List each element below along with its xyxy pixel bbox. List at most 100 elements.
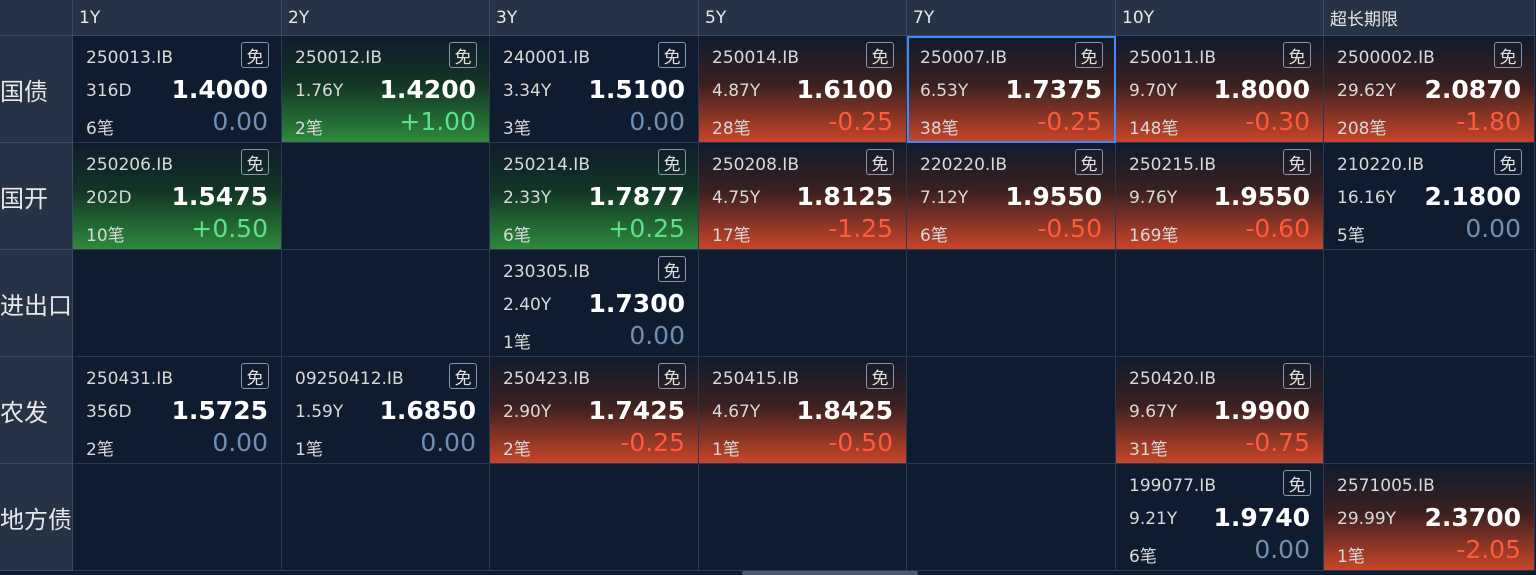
tax-exempt-badge: 免 (1283, 42, 1311, 68)
row-header[interactable]: 地方债 (0, 464, 73, 571)
yield-value: 1.9900 (1213, 396, 1310, 425)
remaining-term: 4.87Y (712, 81, 761, 101)
horizontal-scrollbar[interactable] (742, 571, 918, 575)
trade-count: 169笔 (1129, 226, 1179, 246)
yield-change: -1.80 (1456, 107, 1521, 136)
row-header-label: 进出口行 (0, 291, 72, 320)
quote-cell[interactable]: 250431.IB 免 356D 1.5725 2笔 0.00 (73, 357, 282, 464)
tax-exempt-badge: 免 (1283, 149, 1311, 175)
tax-exempt-badge: 免 (449, 42, 477, 68)
tax-exempt-badge: 免 (866, 42, 894, 68)
row-header[interactable]: 国开 (0, 143, 73, 250)
tax-exempt-badge: 免 (241, 42, 269, 68)
bond-code: 250208.IB (712, 155, 799, 175)
bond-code: 199077.IB (1129, 476, 1216, 496)
empty-quote-cell (699, 464, 907, 571)
quote-cell[interactable]: 250007.IB 免 6.53Y 1.7375 38笔 -0.25 (907, 36, 1116, 143)
yield-change: -0.25 (620, 428, 685, 457)
remaining-term: 29.99Y (1337, 509, 1397, 529)
bond-code: 250206.IB (86, 155, 173, 175)
trade-count: 10笔 (86, 226, 125, 246)
trade-count: 38笔 (920, 119, 959, 139)
yield-value: 1.7300 (588, 289, 685, 318)
yield-value: 1.7425 (588, 396, 685, 425)
yield-change: +0.25 (608, 214, 685, 243)
quote-cell[interactable]: 250208.IB 免 4.75Y 1.8125 17笔 -1.25 (699, 143, 907, 250)
trade-count: 3笔 (503, 119, 531, 139)
quote-cell[interactable]: 199077.IB 免 9.21Y 1.9740 6笔 0.00 (1116, 464, 1324, 571)
column-header[interactable]: 超长期限 (1324, 0, 1535, 36)
quote-cell[interactable]: 2500002.IB 免 29.62Y 2.0870 208笔 -1.80 (1324, 36, 1535, 143)
row-header-label: 国开 (0, 184, 48, 213)
yield-value: 1.9740 (1213, 503, 1310, 532)
quote-cell[interactable]: 250013.IB 免 316D 1.4000 6笔 0.00 (73, 36, 282, 143)
row-header[interactable]: 进出口行 (0, 250, 73, 357)
bond-code: 250007.IB (920, 48, 1007, 68)
remaining-term: 16.16Y (1337, 188, 1397, 208)
bond-code: 250011.IB (1129, 48, 1216, 68)
bond-code: 2571005.IB (1337, 476, 1435, 496)
row-header[interactable]: 农发 (0, 357, 73, 464)
column-header[interactable]: 1Y (73, 0, 282, 36)
remaining-term: 29.62Y (1337, 81, 1397, 101)
quote-cell[interactable]: 2571005.IB 29.99Y 2.3700 1笔 -2.05 (1324, 464, 1535, 571)
quote-cell[interactable]: 250014.IB 免 4.87Y 1.6100 28笔 -0.25 (699, 36, 907, 143)
yield-change: +1.00 (399, 107, 476, 136)
column-header[interactable]: 10Y (1116, 0, 1324, 36)
quote-cell[interactable]: 220220.IB 免 7.12Y 1.9550 6笔 -0.50 (907, 143, 1116, 250)
remaining-term: 2.40Y (503, 295, 552, 315)
remaining-term: 7.12Y (920, 188, 969, 208)
quote-cell[interactable]: 240001.IB 免 3.34Y 1.5100 3笔 0.00 (490, 36, 699, 143)
yield-value: 1.6100 (796, 75, 893, 104)
column-header[interactable]: 2Y (282, 0, 490, 36)
quote-cell[interactable]: 250423.IB 免 2.90Y 1.7425 2笔 -0.25 (490, 357, 699, 464)
yield-value: 1.5100 (588, 75, 685, 104)
remaining-term: 2.90Y (503, 402, 552, 422)
tax-exempt-badge: 免 (866, 149, 894, 175)
tax-exempt-badge: 免 (1283, 363, 1311, 389)
trade-count: 17笔 (712, 226, 751, 246)
quote-cell[interactable]: 250215.IB 免 9.76Y 1.9550 169笔 -0.60 (1116, 143, 1324, 250)
empty-quote-cell (490, 464, 699, 571)
empty-quote-cell (907, 464, 1116, 571)
column-header[interactable]: 3Y (490, 0, 699, 36)
bond-code: 250013.IB (86, 48, 173, 68)
bond-code: 220220.IB (920, 155, 1007, 175)
empty-quote-cell (73, 464, 282, 571)
yield-change: +0.50 (191, 214, 268, 243)
row-header[interactable]: 国债 (0, 36, 73, 143)
tax-exempt-badge: 免 (658, 256, 686, 282)
row-header-label: 国债 (0, 77, 48, 106)
quote-cell[interactable]: 250420.IB 免 9.67Y 1.9900 31笔 -0.75 (1116, 357, 1324, 464)
quote-cell[interactable]: 250206.IB 免 202D 1.5475 10笔 +0.50 (73, 143, 282, 250)
tax-exempt-badge: 免 (1283, 470, 1311, 496)
yield-value: 1.5725 (171, 396, 268, 425)
yield-change: -2.05 (1456, 535, 1521, 564)
empty-quote-cell (1324, 357, 1535, 464)
yield-change: 0.00 (629, 107, 685, 136)
remaining-term: 9.76Y (1129, 188, 1178, 208)
yield-value: 1.8000 (1213, 75, 1310, 104)
quote-cell[interactable]: 250011.IB 免 9.70Y 1.8000 148笔 -0.30 (1116, 36, 1324, 143)
yield-change: 0.00 (1254, 535, 1310, 564)
yield-change: -1.25 (828, 214, 893, 243)
quote-cell[interactable]: 250012.IB 免 1.76Y 1.4200 2笔 +1.00 (282, 36, 490, 143)
tax-exempt-badge: 免 (658, 363, 686, 389)
quote-cell[interactable]: 09250412.IB 免 1.59Y 1.6850 1笔 0.00 (282, 357, 490, 464)
quote-cell[interactable]: 230305.IB 免 2.40Y 1.7300 1笔 0.00 (490, 250, 699, 357)
trade-count: 6笔 (503, 226, 531, 246)
yield-change: -0.50 (1037, 214, 1102, 243)
quote-cell[interactable]: 250415.IB 免 4.67Y 1.8425 1笔 -0.50 (699, 357, 907, 464)
column-header[interactable]: 7Y (907, 0, 1116, 36)
trade-count: 6笔 (920, 226, 948, 246)
yield-change: -0.60 (1245, 214, 1310, 243)
quote-cell[interactable]: 210220.IB 免 16.16Y 2.1800 5笔 0.00 (1324, 143, 1535, 250)
column-header[interactable]: 5Y (699, 0, 907, 36)
tax-exempt-badge: 免 (1494, 42, 1522, 68)
quote-cell[interactable]: 250214.IB 免 2.33Y 1.7877 6笔 +0.25 (490, 143, 699, 250)
bond-code: 2500002.IB (1337, 48, 1435, 68)
trade-count: 6笔 (86, 119, 114, 139)
remaining-term: 316D (86, 81, 132, 101)
yield-value: 1.4200 (379, 75, 476, 104)
row-header-label: 农发 (0, 398, 48, 427)
